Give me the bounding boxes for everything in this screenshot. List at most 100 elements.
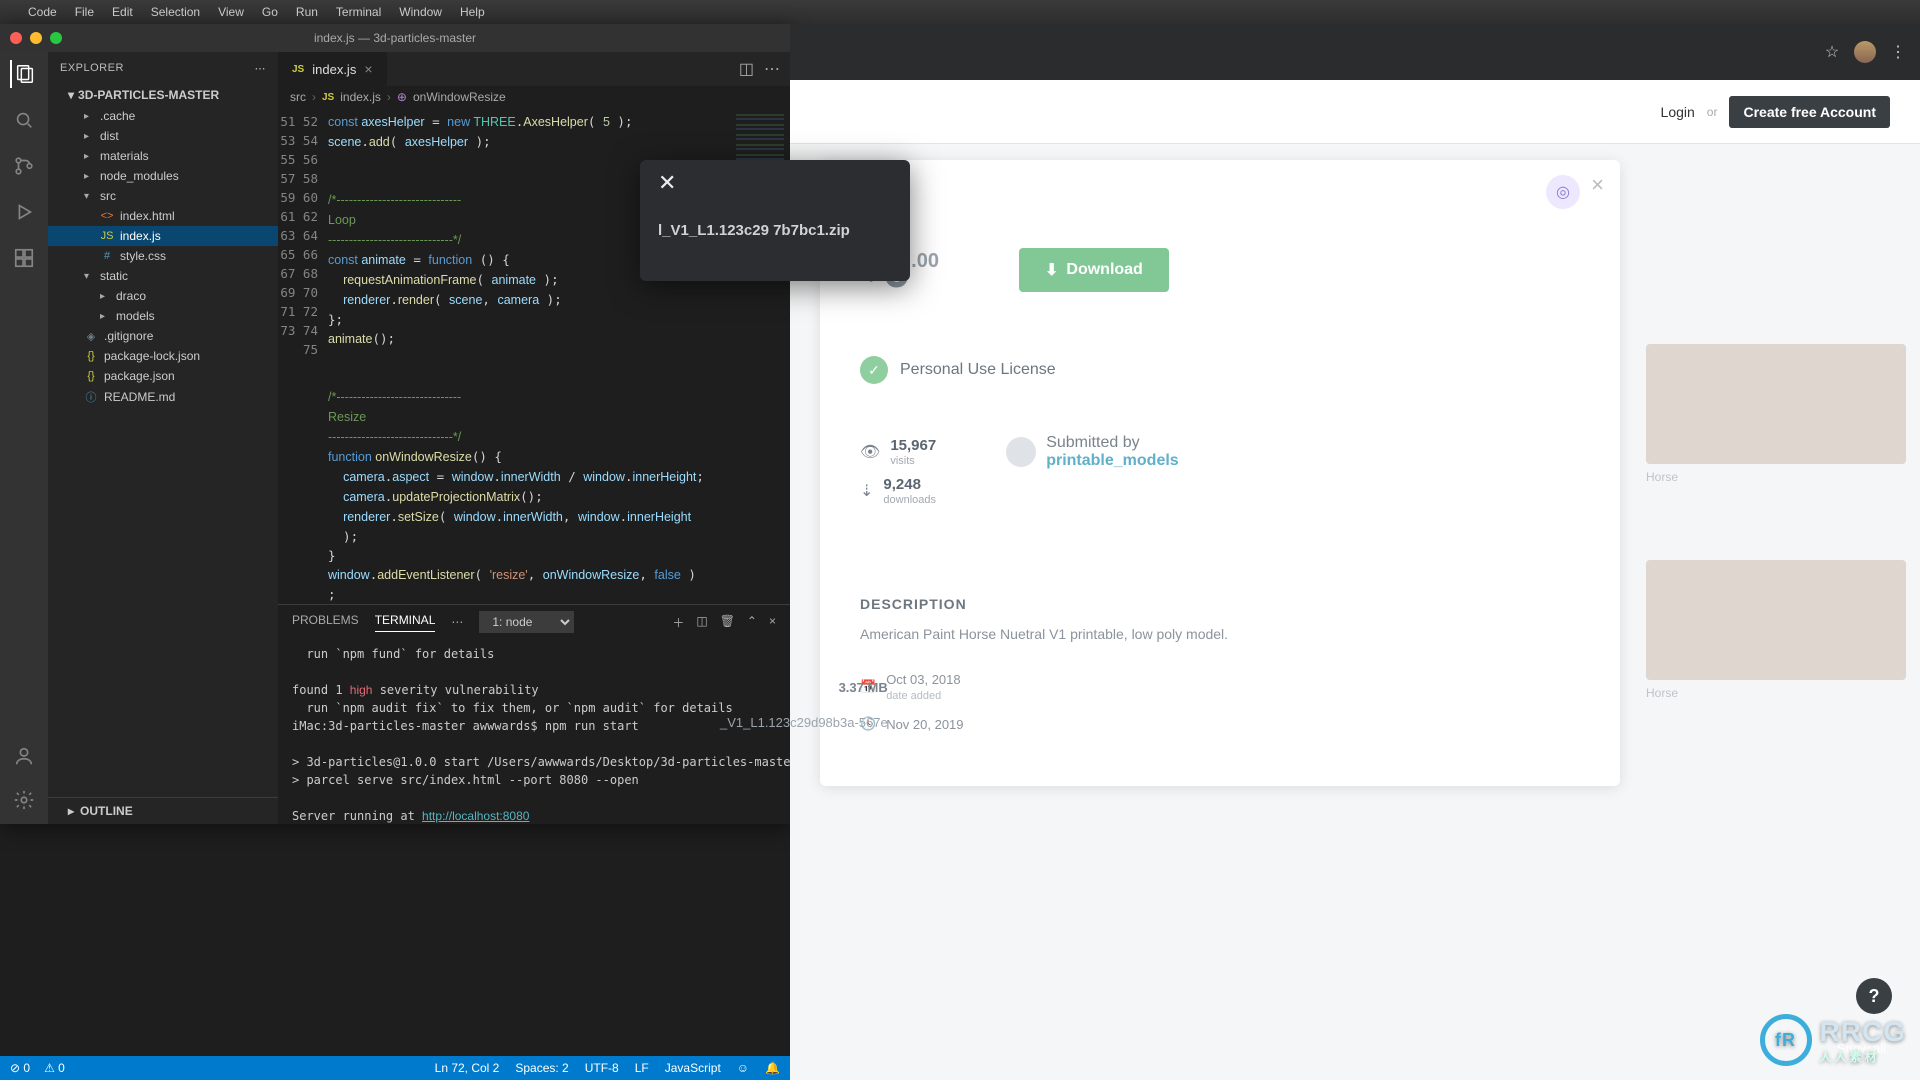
menu-selection[interactable]: Selection	[151, 5, 200, 19]
file-package-json[interactable]: {}package.json	[48, 366, 278, 386]
close-panel-icon[interactable]: ×	[769, 614, 776, 631]
file-README-md[interactable]: ⓘREADME.md	[48, 386, 278, 408]
status-language[interactable]: JavaScript	[665, 1061, 721, 1075]
chevron-icon: ▸	[84, 151, 94, 162]
split-terminal-icon[interactable]: ◫	[696, 614, 707, 631]
status-spaces[interactable]: Spaces: 2	[515, 1061, 568, 1075]
browser-window: ☆ ⋮ Login or Create free Account × ◎ $0.…	[790, 24, 1920, 1080]
folder-materials[interactable]: ▸materials	[48, 146, 278, 166]
panel-tab-problems[interactable]: PROBLEMS	[292, 613, 359, 631]
chevron-icon: ▸	[100, 311, 110, 322]
folder-node_modules[interactable]: ▸node_modules	[48, 166, 278, 186]
kill-terminal-icon[interactable]: 🗑	[720, 614, 735, 631]
tab-close-icon[interactable]: ×	[364, 61, 372, 77]
create-account-button[interactable]: Create free Account	[1729, 96, 1890, 128]
chevron-icon: ▸	[100, 291, 110, 302]
folder-src[interactable]: ▾src	[48, 186, 278, 206]
product-card: × ◎ $0.00 ⬇ Download ✓ Personal Use Lice…	[820, 160, 1620, 786]
tab-label: index.js	[312, 62, 356, 77]
panel-tab-terminal[interactable]: TERMINAL	[375, 613, 436, 632]
brand-logo-icon: ◎	[1546, 175, 1580, 209]
file--gitignore[interactable]: ◈.gitignore	[48, 326, 278, 346]
editor-tabs: JS index.js × ◫ ⋯	[278, 52, 790, 86]
watermark-logo-icon: fR	[1760, 1014, 1812, 1066]
download-button[interactable]: ⬇ Download	[1019, 248, 1169, 292]
login-link[interactable]: Login	[1661, 104, 1695, 120]
folder--cache[interactable]: ▸.cache	[48, 106, 278, 126]
maximize-panel-icon[interactable]: ⌃	[747, 614, 757, 631]
thumbnail-2[interactable]: Horse	[1646, 560, 1906, 680]
editor-more-icon[interactable]: ⋯	[764, 59, 780, 79]
terminal-selector[interactable]: 1: node	[479, 611, 574, 633]
explorer-icon[interactable]	[10, 60, 38, 88]
page-body: × ◎ $0.00 ⬇ Download ✓ Personal Use Lice…	[790, 144, 1920, 1080]
thumbnail-sidebar: Horse Horse	[1646, 344, 1906, 680]
bookmark-star-icon[interactable]: ☆	[1822, 42, 1842, 62]
menu-run[interactable]: Run	[296, 5, 318, 19]
status-feedback-icon[interactable]: ☺	[737, 1061, 749, 1075]
status-errors[interactable]: ⊘ 0	[10, 1061, 30, 1075]
license-row: ✓ Personal Use License	[860, 356, 1580, 384]
window-close-icon[interactable]	[10, 32, 22, 44]
explorer-more-icon[interactable]: ⋯	[255, 62, 267, 75]
chevron-right-icon: ▸	[68, 804, 74, 818]
window-zoom-icon[interactable]	[50, 32, 62, 44]
file-index-js[interactable]: JSindex.js	[48, 226, 278, 246]
toast-close-icon[interactable]: ✕	[658, 170, 676, 196]
file-package-lock-json[interactable]: {}package-lock.json	[48, 346, 278, 366]
window-title: index.js — 3d-particles-master	[314, 31, 476, 45]
js-file-icon: JS	[292, 64, 304, 75]
menu-go[interactable]: Go	[262, 5, 278, 19]
menu-help[interactable]: Help	[460, 5, 485, 19]
or-label: or	[1707, 105, 1718, 119]
downloads-stat: ⇣ 9,248downloads	[860, 476, 936, 506]
thumbnail-1[interactable]: Horse	[1646, 344, 1906, 464]
menu-view[interactable]: View	[218, 5, 244, 19]
extensions-icon[interactable]	[10, 244, 38, 272]
menu-terminal[interactable]: Terminal	[336, 5, 381, 19]
terminal-output[interactable]: run `npm fund` for details found 1 high …	[278, 639, 790, 824]
folder-draco[interactable]: ▸draco	[48, 286, 278, 306]
search-icon[interactable]	[10, 106, 38, 134]
submitter-link[interactable]: printable_models	[1046, 452, 1178, 469]
split-editor-icon[interactable]: ◫	[739, 59, 754, 79]
file-type-icon: JS	[100, 230, 114, 242]
project-header[interactable]: ▾ 3D-PARTICLES-MASTER	[48, 84, 278, 106]
tab-index-js[interactable]: JS index.js ×	[278, 52, 388, 86]
folder-dist[interactable]: ▸dist	[48, 126, 278, 146]
help-button[interactable]: ?	[1856, 978, 1892, 1014]
toast-filename: l_V1_L1.123c29 7b7bc1.zip	[658, 220, 892, 241]
status-bell-icon[interactable]: 🔔	[765, 1061, 780, 1075]
status-eol[interactable]: LF	[635, 1061, 649, 1075]
menu-code[interactable]: Code	[28, 5, 57, 19]
status-warnings[interactable]: ⚠ 0	[44, 1061, 65, 1075]
settings-gear-icon[interactable]	[10, 786, 38, 814]
watermark: fR RRCG人人素材	[1760, 1014, 1906, 1066]
source-control-icon[interactable]	[10, 152, 38, 180]
menu-file[interactable]: File	[75, 5, 94, 19]
run-debug-icon[interactable]	[10, 198, 38, 226]
card-close-icon[interactable]: ×	[1591, 172, 1604, 198]
file-type-icon: ◈	[84, 330, 98, 343]
outline-section[interactable]: ▸ OUTLINE	[48, 797, 278, 824]
menu-edit[interactable]: Edit	[112, 5, 133, 19]
breadcrumb[interactable]: src› JS index.js› ⊕ onWindowResize	[278, 86, 790, 108]
profile-avatar-icon[interactable]	[1854, 41, 1876, 63]
browser-menu-icon[interactable]: ⋮	[1888, 42, 1908, 62]
window-minimize-icon[interactable]	[30, 32, 42, 44]
panel-more-icon[interactable]: ⋯	[451, 615, 463, 629]
description-section: DESCRIPTION American Paint Horse Nuetral…	[860, 596, 1580, 642]
file-index-html[interactable]: <>index.html	[48, 206, 278, 226]
file-type-icon: ⓘ	[84, 389, 98, 405]
folder-static[interactable]: ▾static	[48, 266, 278, 286]
menu-window[interactable]: Window	[399, 5, 442, 19]
status-bar: ⊘ 0 ⚠ 0 Ln 72, Col 2 Spaces: 2 UTF-8 LF …	[0, 1056, 790, 1080]
status-encoding[interactable]: UTF-8	[585, 1061, 619, 1075]
folder-models[interactable]: ▸models	[48, 306, 278, 326]
file-style-css[interactable]: #style.css	[48, 246, 278, 266]
status-cursor[interactable]: Ln 72, Col 2	[435, 1061, 500, 1075]
file-type-icon: <>	[100, 210, 114, 222]
new-terminal-icon[interactable]: ＋	[672, 614, 684, 631]
accounts-icon[interactable]	[10, 742, 38, 770]
chevron-icon: ▸	[84, 131, 94, 142]
